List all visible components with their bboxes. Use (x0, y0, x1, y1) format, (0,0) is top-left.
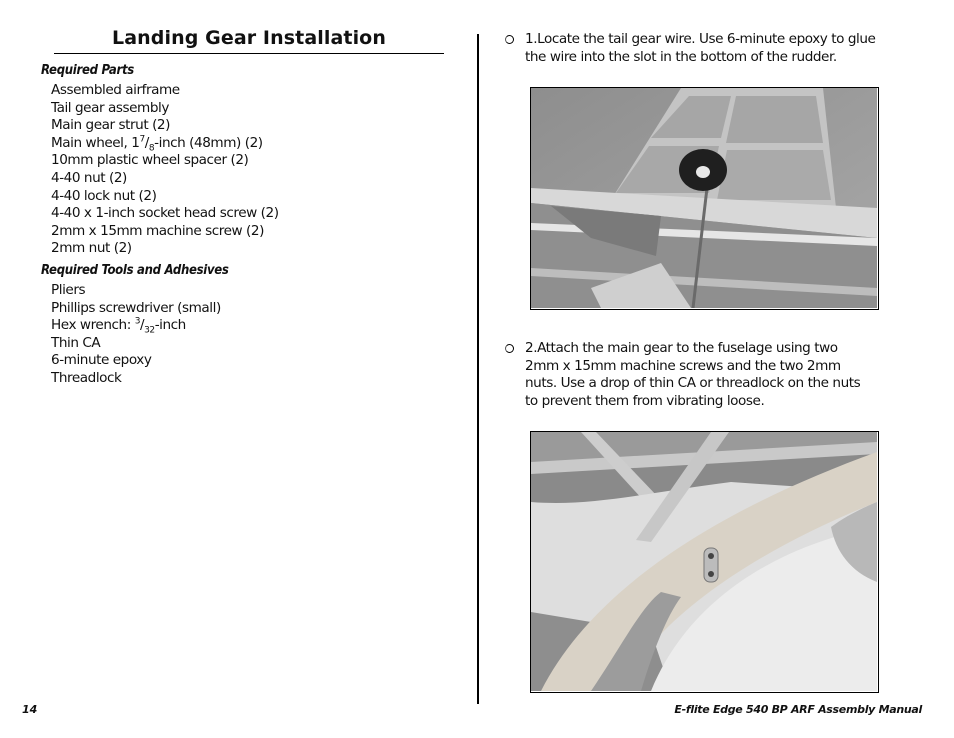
tail-gear-photo (530, 87, 879, 310)
part-item: 10mm plastic wheel spacer (2) (51, 152, 249, 169)
checkbox-circle-icon[interactable] (505, 35, 514, 44)
part-item: Main wheel, 17/8-inch (48mm) (2) (51, 134, 263, 154)
title-underline (54, 53, 444, 54)
part-item: Tail gear assembly (51, 99, 169, 116)
part-item: Main gear strut (2) (51, 117, 170, 134)
tool-item: Pliers (51, 282, 86, 298)
required-tools-list: Pliers Phillips screwdriver (small) Hex … (51, 282, 221, 388)
required-tools-heading: Required Tools and Adhesives (41, 263, 229, 278)
tool-item: Hex wrench: 3/32-inch (51, 316, 186, 336)
required-parts-list: Assembled airframe Tail gear assembly Ma… (51, 82, 279, 258)
step-2: 2.Attach the main gear to the fuselage u… (505, 340, 865, 410)
page-title: Landing Gear Installation (112, 27, 386, 49)
part-item: 2mm x 15mm machine screw (2) (51, 222, 264, 239)
checkbox-circle-icon[interactable] (505, 344, 514, 353)
main-gear-photo (530, 431, 879, 693)
step-1-text: 1.Locate the tail gear wire. Use 6-minut… (525, 31, 876, 65)
part-item: 4-40 nut (2) (51, 169, 127, 186)
part-item: 4-40 lock nut (2) (51, 187, 157, 204)
column-divider (477, 34, 479, 704)
tool-item: Phillips screwdriver (small) (51, 299, 221, 316)
required-parts-heading: Required Parts (41, 63, 134, 78)
page-number: 14 (22, 703, 38, 716)
tool-item: Thin CA (51, 334, 101, 351)
tool-item: 6-minute epoxy (51, 352, 152, 369)
step-2-text: 2.Attach the main gear to the fuselage u… (525, 340, 861, 409)
part-item: 2mm nut (2) (51, 240, 132, 257)
main-gear-photo-image (531, 432, 877, 691)
tail-gear-photo-image (531, 88, 877, 309)
manual-title: E-flite Edge 540 BP ARF Assembly Manual (674, 703, 922, 716)
part-item: 4-40 x 1-inch socket head screw (2) (51, 205, 279, 222)
tool-item: Threadlock (51, 369, 122, 386)
step-1: 1.Locate the tail gear wire. Use 6-minut… (505, 31, 897, 66)
part-item: Assembled airframe (51, 82, 180, 98)
